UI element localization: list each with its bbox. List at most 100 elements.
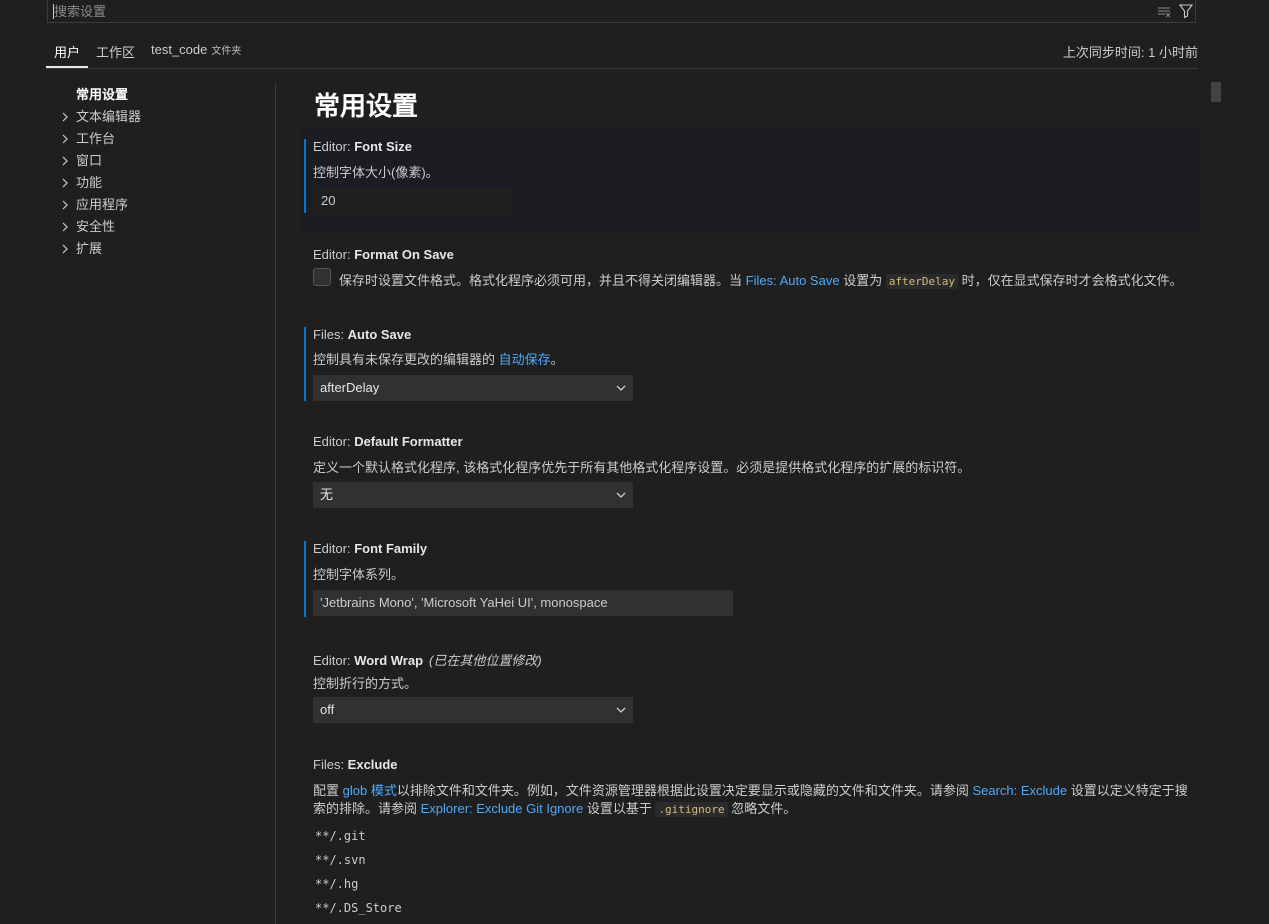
setting-category: Editor:: [313, 541, 355, 556]
setting-name: Exclude: [347, 757, 398, 772]
toc-item-workbench[interactable]: 工作台: [46, 128, 274, 150]
exclude-pattern-item[interactable]: **/.hg: [315, 877, 358, 891]
exclude-pattern-item[interactable]: **/.git: [315, 829, 366, 843]
active-tab-indicator: [46, 66, 88, 68]
toc-item-window[interactable]: 窗口: [46, 150, 274, 172]
tab-user[interactable]: 用户: [54, 42, 80, 61]
font-family-input[interactable]: 'Jetbrains Mono', 'Microsoft YaHei UI', …: [313, 590, 733, 616]
font-size-input[interactable]: 20: [313, 188, 513, 214]
setting-category: Editor:: [313, 247, 355, 262]
clear-filter-icon[interactable]: [1156, 3, 1172, 19]
auto-save-link[interactable]: 自动保存: [499, 352, 551, 367]
setting-editor-default-formatter: Editor: Default Formatter 定义一个默认格式化程序, 该…: [299, 430, 1198, 520]
setting-description: 控制折行的方式。: [313, 676, 418, 691]
setting-description: 控制字体大小(像素)。: [313, 165, 439, 180]
setting-editor-font-size: Editor: Font Size 控制字体大小(像素)。 20: [299, 125, 1198, 232]
chevron-right-icon: [62, 134, 68, 144]
scrollbar-thumb[interactable]: [1211, 82, 1221, 102]
toc-item-label: 窗口: [76, 153, 103, 168]
chevron-right-icon: [62, 244, 68, 254]
setting-title: Editor: Font Family: [313, 541, 427, 556]
exclude-pattern-item[interactable]: **/.svn: [315, 853, 366, 867]
setting-description-line-1: 配置 glob 模式以排除文件和文件夹。例如，文件资源管理器根据此设置决定要显示…: [313, 780, 1188, 799]
toc-item-label: 安全性: [76, 219, 116, 234]
toc-item-label: 应用程序: [76, 197, 129, 212]
setting-name: Auto Save: [347, 327, 412, 342]
chevron-down-icon: [616, 385, 626, 391]
setting-description: 控制具有未保存更改的编辑器的 自动保存。: [313, 349, 564, 368]
inline-code: afterDelay: [885, 274, 959, 289]
desc-text: 配置: [313, 783, 343, 798]
toc-item-security[interactable]: 安全性: [46, 216, 274, 238]
tab-workspace[interactable]: 工作区: [96, 42, 135, 61]
modified-indicator: [304, 139, 306, 213]
auto-save-select[interactable]: afterDelay: [313, 375, 633, 401]
setting-category: Files:: [313, 757, 348, 772]
desc-text: 设置为: [839, 273, 886, 288]
exclude-pattern-item[interactable]: **/.DS_Store: [315, 901, 402, 915]
desc-text: 控制具有未保存更改的编辑器的: [313, 352, 499, 367]
setting-title: Editor: Default Formatter: [313, 434, 463, 449]
setting-category: Files:: [313, 327, 348, 342]
setting-name: Default Formatter: [354, 434, 463, 449]
setting-title: Editor: Format On Save: [313, 247, 454, 262]
chevron-right-icon: [62, 112, 68, 122]
toc-item-commonly-used[interactable]: 常用设置: [46, 84, 274, 106]
desc-text: 设置以定义特定于搜: [1067, 783, 1188, 798]
inline-code: .gitignore: [655, 802, 728, 817]
filter-icon[interactable]: [1178, 3, 1194, 19]
chevron-down-icon: [616, 707, 626, 713]
chevron-right-icon: [62, 200, 68, 210]
word-wrap-select[interactable]: off: [313, 697, 633, 723]
setting-category: Editor:: [313, 139, 355, 154]
setting-description-line-2: 索的排除。请参阅 Explorer: Exclude Git Ignore 设置…: [313, 798, 796, 817]
toc-item-label: 文本编辑器: [76, 109, 142, 124]
files-auto-save-link[interactable]: Files: Auto Save: [746, 273, 840, 288]
select-value: off: [320, 702, 335, 717]
desc-text: 忽略文件。: [727, 801, 797, 816]
setting-title: Editor: Word Wrap (已在其他位置修改): [313, 650, 542, 669]
tab-folder-suffix: 文件夹: [211, 46, 242, 57]
setting-description: 保存时设置文件格式。格式化程序必须可用，并且不得关闭编辑器。当 Files: A…: [339, 270, 1183, 289]
setting-files-auto-save: Files: Auto Save 控制具有未保存更改的编辑器的 自动保存。 af…: [299, 322, 1198, 412]
search-exclude-link[interactable]: Search: Exclude: [972, 783, 1067, 798]
sync-status: 上次同步时间: 1 小时前: [1062, 45, 1198, 60]
modified-elsewhere-note[interactable]: (已在其他位置修改): [429, 653, 542, 668]
glob-pattern-link[interactable]: glob 模式: [343, 783, 397, 798]
toc-item-features[interactable]: 功能: [46, 172, 274, 194]
toc-item-label: 扩展: [76, 241, 103, 256]
setting-category: Editor:: [313, 434, 355, 449]
format-on-save-checkbox[interactable]: [313, 268, 331, 286]
desc-text: 以排除文件和文件夹。例如，文件资源管理器根据此设置决定要显示或隐藏的文件和文件夹…: [396, 783, 973, 798]
desc-text: 索的排除。请参阅: [313, 801, 421, 816]
setting-category: Editor:: [313, 653, 355, 668]
setting-description: 定义一个默认格式化程序, 该格式化程序优先于所有其他格式化程序设置。必须是提供格…: [313, 460, 971, 475]
chevron-down-icon: [616, 492, 626, 498]
setting-title: Editor: Font Size: [313, 139, 412, 154]
desc-text: 。: [550, 352, 564, 367]
chevron-right-icon: [62, 156, 68, 166]
explorer-exclude-git-ignore-link[interactable]: Explorer: Exclude Git Ignore: [421, 801, 584, 816]
toc-item-extensions[interactable]: 扩展: [46, 238, 274, 260]
setting-description: 控制字体系列。: [313, 567, 405, 582]
setting-name: Format On Save: [354, 247, 454, 262]
setting-editor-font-family: Editor: Font Family 控制字体系列。 'Jetbrains M…: [299, 538, 1198, 628]
settings-scope-tabs: 用户 工作区 test_code 文件夹 上次同步时间: 1 小时前: [46, 36, 1198, 69]
default-formatter-select[interactable]: 无: [313, 482, 633, 508]
setting-name: Font Family: [354, 541, 428, 556]
toc-item-label: 功能: [76, 175, 103, 190]
chevron-right-icon: [62, 222, 68, 232]
setting-name: Word Wrap: [354, 653, 424, 668]
search-input[interactable]: [54, 0, 1134, 22]
desc-text: 保存时设置文件格式。格式化程序必须可用，并且不得关闭编辑器。当: [339, 273, 746, 288]
modified-indicator: [304, 541, 306, 617]
toc-item-text-editor[interactable]: 文本编辑器: [46, 106, 274, 128]
tab-folder[interactable]: test_code 文件夹: [151, 42, 241, 57]
section-title: 常用设置: [314, 91, 419, 121]
setting-editor-word-wrap: Editor: Word Wrap (已在其他位置修改) 控制折行的方式。 off: [299, 646, 1198, 736]
toc-item-application[interactable]: 应用程序: [46, 194, 274, 216]
select-value: 无: [320, 487, 334, 502]
toc-divider: [275, 83, 276, 924]
modified-indicator: [304, 327, 306, 401]
settings-search-bar[interactable]: [47, 0, 1196, 23]
